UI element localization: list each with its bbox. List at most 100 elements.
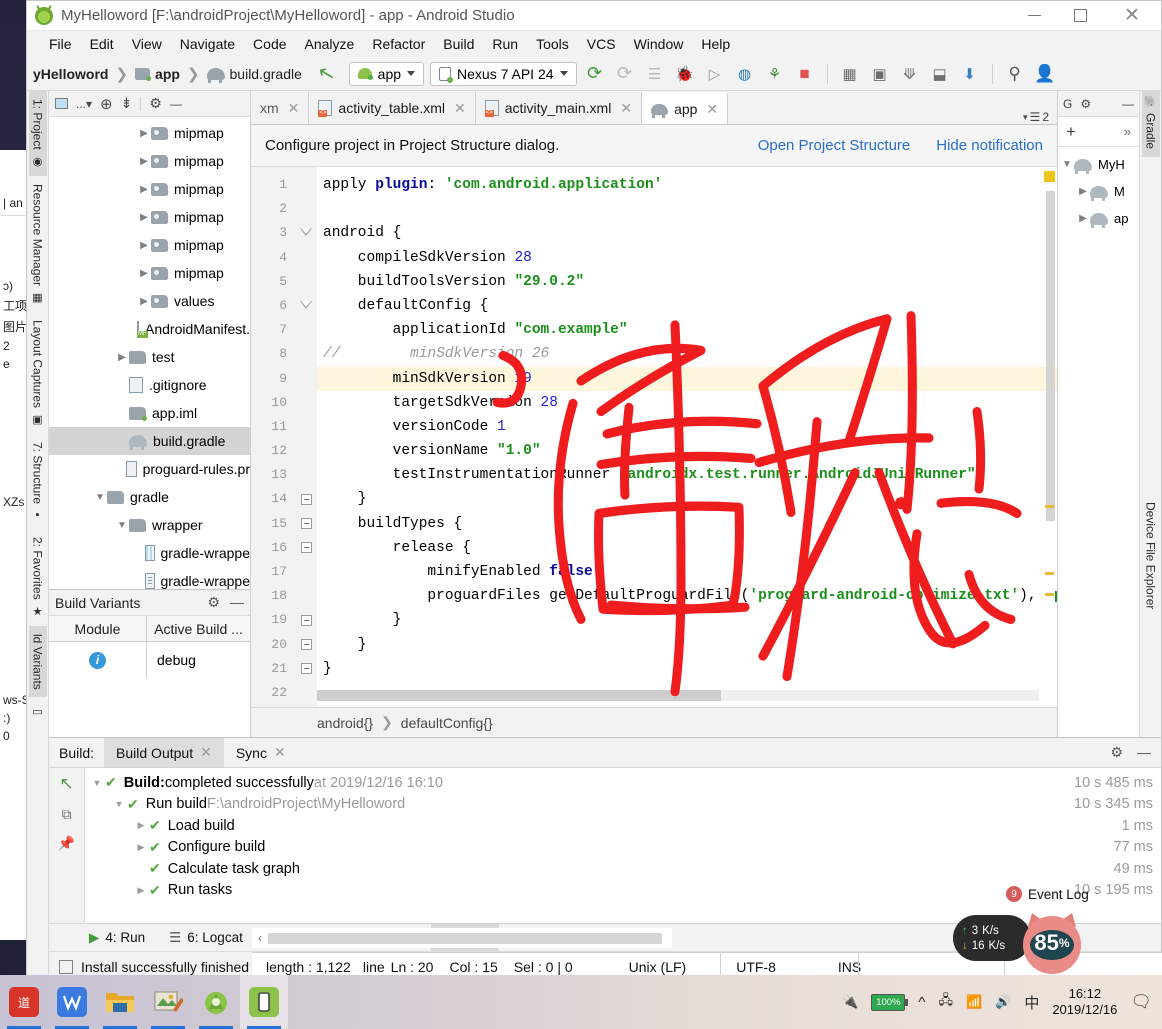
editor-tab[interactable]: app ✕ [642, 92, 729, 124]
gradle-tree-item[interactable]: ▼ MyH [1058, 151, 1139, 178]
warning-marker[interactable] [1045, 593, 1054, 596]
fold-marker[interactable] [295, 270, 317, 294]
tree-item[interactable]: ▼ gradle [49, 483, 250, 511]
sidebar-item-bottom-icon[interactable]: ▭ [29, 697, 46, 726]
code-line[interactable]: buildToolsVersion "29.0.2" [317, 270, 1057, 294]
apply-changes-button[interactable]: ⟳ [613, 62, 637, 86]
maximize-button[interactable] [1057, 1, 1103, 30]
fold-marker[interactable] [295, 681, 317, 705]
close-icon[interactable]: ✕ [200, 744, 212, 761]
expand-arrow-icon[interactable]: ▶ [137, 212, 151, 223]
fold-marker[interactable] [295, 608, 317, 632]
close-icon[interactable]: ✕ [454, 100, 466, 117]
tree-item[interactable]: AndroidManifest.xml [49, 315, 250, 343]
gear-icon[interactable]: ⚙ [149, 95, 162, 112]
sidebar-item-favorites[interactable]: 2: Favorites ★ [29, 529, 47, 626]
fold-marker[interactable] [295, 560, 317, 584]
chevron-up-icon[interactable]: ^ [918, 994, 925, 1011]
taskbar-wps-icon[interactable] [48, 975, 96, 1029]
breadcrumb-file[interactable]: build.gradle [230, 66, 302, 82]
fold-marker[interactable] [295, 536, 317, 560]
close-button[interactable]: ✕ [1103, 1, 1161, 30]
avd-manager-button[interactable]: ▣ [868, 62, 892, 86]
copy-icon[interactable]: ⧉ [62, 806, 72, 823]
menu-code[interactable]: Code [253, 36, 286, 52]
search-icon[interactable]: ⚲ [1003, 62, 1027, 86]
fold-marker[interactable] [295, 415, 317, 439]
sidebar-item-resource-manager[interactable]: Resource Manager ▦ [29, 176, 47, 312]
notifications-icon[interactable]: 🗨 [1130, 992, 1152, 1012]
horizontal-scrollbar[interactable] [317, 690, 1039, 701]
code-line[interactable]: } [317, 633, 1057, 657]
tree-item[interactable]: ▶ mipmap [49, 119, 250, 147]
project-view-icon[interactable] [55, 98, 68, 109]
fold-marker[interactable] [295, 221, 317, 245]
menu-window[interactable]: Window [634, 36, 684, 52]
gear-icon[interactable]: ⚙ [1110, 744, 1123, 761]
hide-icon[interactable]: — [230, 594, 244, 611]
bottom-tab-logcat[interactable]: ☰ 6: Logcat [159, 924, 253, 951]
tree-item[interactable]: ▶ mipmap [49, 203, 250, 231]
tree-item[interactable]: ▶ test [49, 343, 250, 371]
fold-marker[interactable] [295, 463, 317, 487]
menu-refactor[interactable]: Refactor [372, 36, 425, 52]
code-line[interactable]: defaultConfig { [317, 294, 1057, 318]
tree-item[interactable]: proguard-rules.pr [49, 455, 250, 483]
breadcrumb-project[interactable]: yHelloword [33, 66, 108, 82]
tree-item[interactable]: gradle-wrappe [49, 539, 250, 567]
editor-tab[interactable]: activity_table.xml ✕ [309, 92, 476, 124]
attach-debugger-button[interactable]: ▷ [703, 62, 727, 86]
debug-button[interactable]: 🐞 [673, 62, 697, 86]
gradle-tree-item[interactable]: ▶ ap [1058, 205, 1139, 232]
expand-arrow-icon[interactable]: ▼ [111, 799, 127, 809]
device-file-button[interactable]: ⬓ [928, 62, 952, 86]
code-line[interactable]: minSdkVersion 19 [317, 366, 1057, 391]
sidebar-item-build-variants[interactable]: ld Variants [28, 625, 47, 698]
code-line[interactable]: // minSdkVersion 26 [317, 342, 1057, 366]
power-plug-icon[interactable]: 🔌 [842, 994, 858, 1010]
breadcrumb-android[interactable]: android{} [317, 715, 373, 731]
expand-arrow-icon[interactable]: ▶ [1076, 186, 1090, 197]
tab-list-icon[interactable]: ☰ [1030, 110, 1041, 124]
close-icon[interactable]: ✕ [274, 744, 286, 761]
rerun-build-icon[interactable]: ↖ [59, 774, 73, 794]
code-line[interactable]: testInstrumentationRunner "androidx.test… [317, 463, 1057, 487]
expand-toolbar-button[interactable]: » [1124, 124, 1131, 139]
build-apk-button[interactable]: ⬇ [958, 62, 982, 86]
volume-icon[interactable]: 🔊 [995, 994, 1011, 1010]
code-folding-gutter[interactable] [295, 167, 317, 707]
code-line[interactable]: } [317, 608, 1057, 632]
tree-item[interactable]: ▼ wrapper [49, 511, 250, 539]
tab-build-output[interactable]: Build Output ✕ [104, 738, 224, 767]
project-tree[interactable]: ▶ mipmap ▶ mipmap ▶ mipmap ▶ mipmap ▶ mipmap ▶ mipm… [49, 117, 250, 589]
tree-item[interactable]: ▶ mipmap [49, 231, 250, 259]
tree-item[interactable]: ▶ mipmap [49, 259, 250, 287]
code-line[interactable]: targetSdkVersion 28 [317, 391, 1057, 415]
menu-help[interactable]: Help [701, 36, 730, 52]
build-output-tree[interactable]: ▼ ✔ Build: completed successfully at 2019/… [85, 768, 1056, 923]
code-line[interactable]: proguardFiles getDefaultProguardFile('pr… [317, 584, 1057, 608]
run-button[interactable]: ⟳ [583, 62, 607, 86]
menu-run[interactable]: Run [492, 36, 518, 52]
code-line[interactable]: versionCode 1 [317, 415, 1057, 439]
add-gradle-project-button[interactable]: + [1066, 122, 1076, 142]
expand-arrow-icon[interactable]: ▶ [133, 820, 149, 831]
expand-arrow-icon[interactable]: ▼ [93, 492, 107, 503]
table-row[interactable]: i debug [49, 642, 250, 678]
collapse-all-icon[interactable]: ⇟ [121, 95, 133, 112]
tree-item[interactable]: .gitignore [49, 371, 250, 399]
minimize-button[interactable] [1011, 1, 1057, 30]
menu-file[interactable]: File [49, 36, 72, 52]
menu-vcs[interactable]: VCS [587, 36, 616, 52]
menu-build[interactable]: Build [443, 36, 474, 52]
build-output-row[interactable]: ✔ Calculate task graph [85, 858, 1056, 880]
expand-arrow-icon[interactable]: ▶ [1076, 213, 1090, 224]
run-lint-button[interactable]: ⚘ [763, 62, 787, 86]
cpu-usage-overlay[interactable]: 85% [1016, 907, 1088, 979]
menu-tools[interactable]: Tools [536, 36, 569, 52]
taskbar-file-explorer-icon[interactable] [96, 975, 144, 1029]
scroll-left-icon[interactable]: ‹ [252, 931, 268, 945]
menu-navigate[interactable]: Navigate [180, 36, 235, 52]
editor-hscroll-strip[interactable]: ‹ [252, 928, 672, 948]
taskbar-youdao-icon[interactable]: 道 [0, 975, 48, 1029]
